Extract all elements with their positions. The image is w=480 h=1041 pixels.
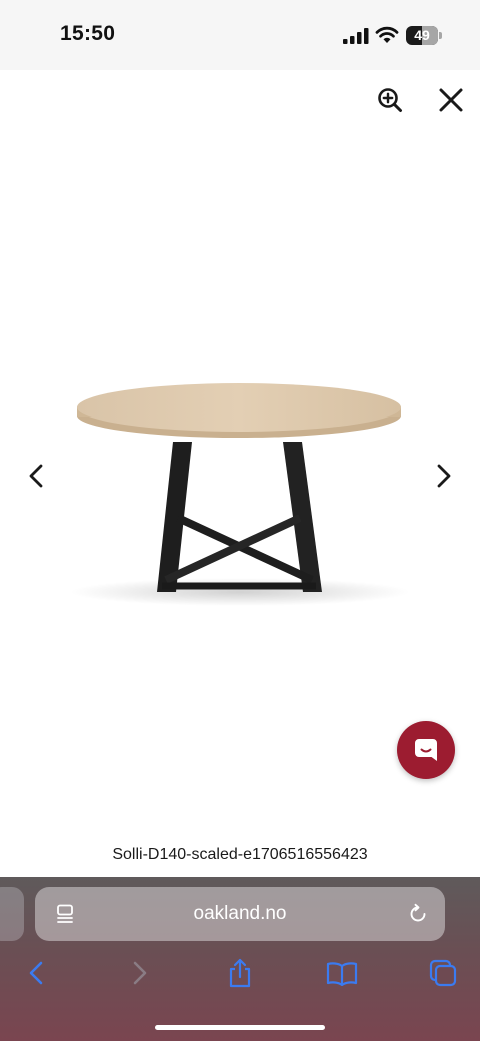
forward-button[interactable] [124,957,156,989]
tabs-icon [429,959,457,987]
url-text[interactable]: oakland.no [35,887,445,941]
share-icon [229,958,251,988]
home-indicator [155,1025,325,1030]
address-bar[interactable]: oakland.no [35,887,445,941]
forward-icon [133,961,147,985]
bookmarks-icon [326,962,358,986]
close-icon [439,88,463,112]
chat-bubble-icon [415,739,437,761]
close-button[interactable] [433,82,469,118]
back-icon [29,961,43,985]
chevron-left-icon [29,464,43,488]
cellular-signal-icon [343,28,369,44]
previous-image-button[interactable] [18,458,54,494]
wifi-icon [375,26,399,43]
back-button[interactable] [20,957,52,989]
share-button[interactable] [224,957,256,989]
reload-icon[interactable] [407,903,429,925]
tabs-button[interactable] [427,957,459,989]
zoom-in-icon [378,88,402,112]
next-image-button[interactable] [426,458,462,494]
previous-tab-preview[interactable] [0,887,24,941]
status-bar: 15:50 49 [0,0,480,70]
status-time: 15:50 [60,22,116,45]
chevron-right-icon [437,464,451,488]
zoom-button[interactable] [372,82,408,118]
chat-widget-button[interactable] [397,721,455,779]
image-caption: Solli-D140-scaled-e1706516556423 [112,846,368,863]
battery-icon: 49 [406,26,442,45]
bookmarks-button[interactable] [326,957,358,989]
browser-toolbar: oakland.no [0,877,480,1041]
battery-level: 49 [414,27,430,43]
product-image [0,330,480,610]
